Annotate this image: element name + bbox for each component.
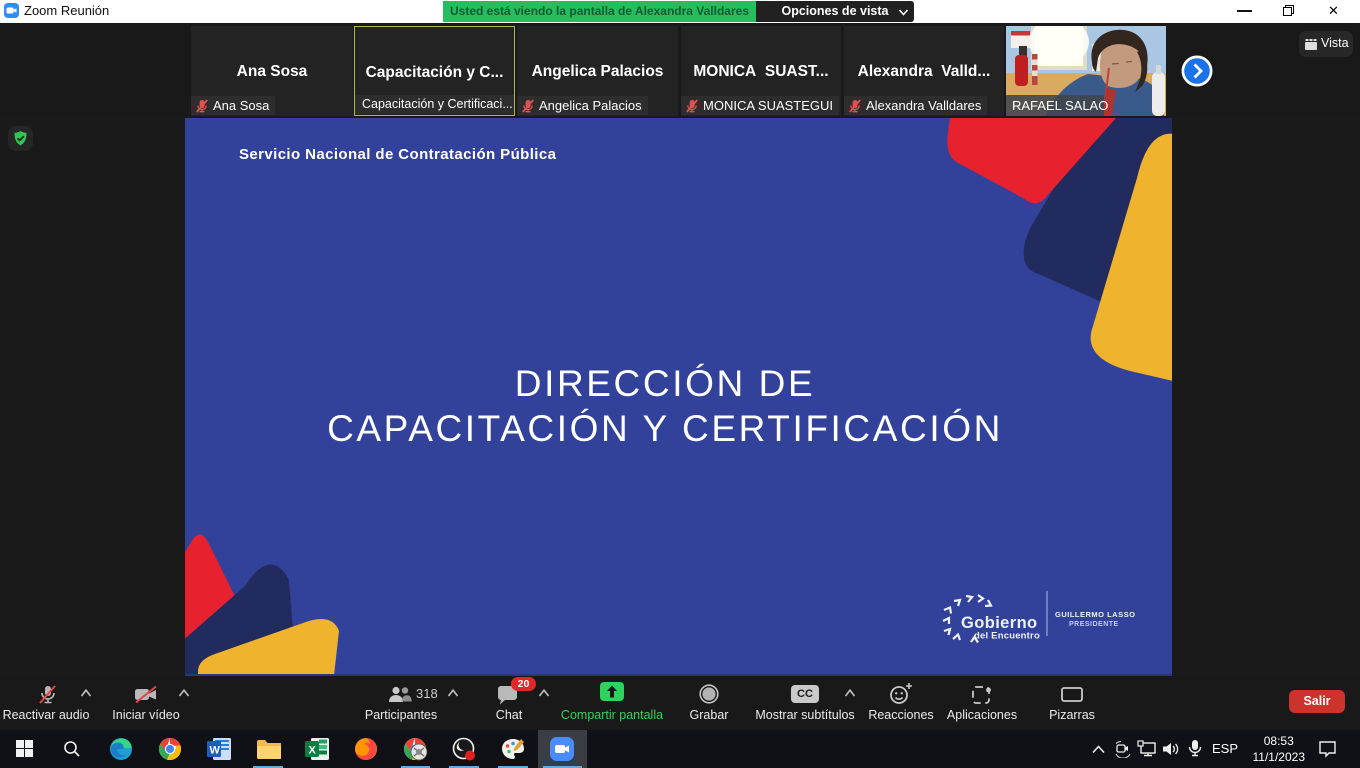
- svg-text:del Encuentro: del Encuentro: [974, 631, 1040, 642]
- svg-text:Gobierno: Gobierno: [961, 614, 1038, 632]
- svg-text:RAFAEL SALAO: RAFAEL SALAO: [1012, 98, 1108, 113]
- svg-text:PRESIDENTE: PRESIDENTE: [1069, 621, 1119, 628]
- svg-text:GUILLERMO LASSO: GUILLERMO LASSO: [1055, 610, 1135, 619]
- svg-text:W: W: [210, 745, 221, 757]
- svg-text:X: X: [309, 745, 317, 757]
